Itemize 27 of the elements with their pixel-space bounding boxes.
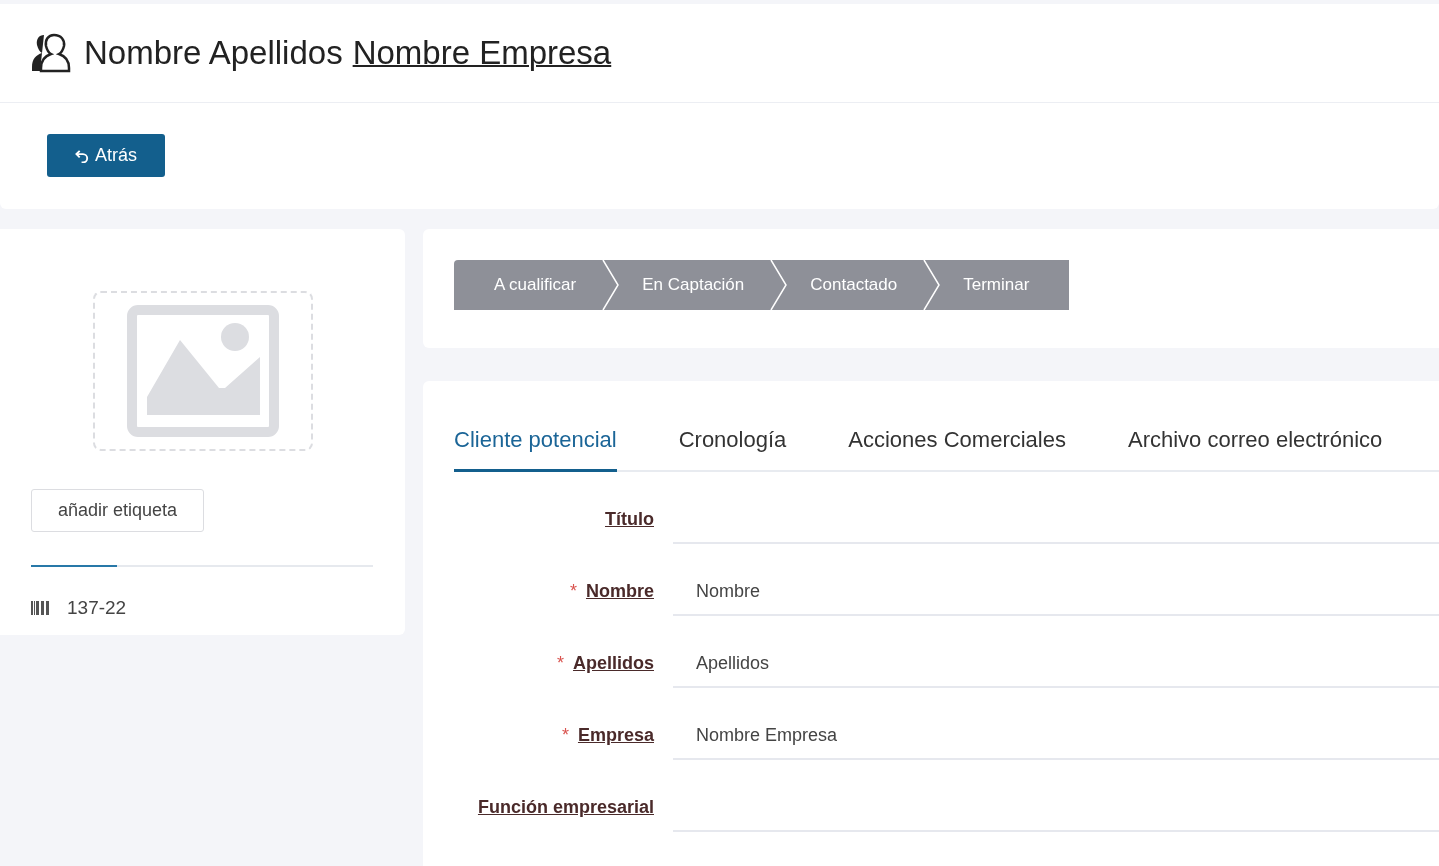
- image-icon: [127, 305, 279, 437]
- field-label[interactable]: Título: [605, 509, 654, 529]
- record-code: 137-22: [67, 597, 127, 619]
- tab[interactable]: Cronología: [678, 419, 787, 472]
- text-field[interactable]: Nombre: [673, 570, 1439, 616]
- tab[interactable]: Acciones Comerciales: [848, 419, 1066, 472]
- company-link[interactable]: Nombre Empresa: [352, 34, 612, 72]
- required-mark: *: [569, 581, 577, 601]
- text-field[interactable]: Nombre Empresa: [673, 714, 1439, 760]
- barcode-icon: [31, 601, 51, 615]
- tab[interactable]: Archivo correo electrónico: [1127, 419, 1383, 472]
- page-title: Nombre Apellidos: [84, 34, 343, 72]
- required-mark: *: [556, 653, 564, 673]
- field-label[interactable]: Apellidos: [573, 653, 654, 673]
- chevron-separator: [923, 260, 942, 310]
- add-tag-button[interactable]: añadir etiqueta: [31, 489, 204, 532]
- photo-placeholder[interactable]: [93, 291, 313, 451]
- required-mark: *: [561, 725, 569, 745]
- field-label[interactable]: Función empresarial: [477, 797, 654, 817]
- back-button[interactable]: Atrás: [47, 134, 165, 177]
- chevron-separator: [770, 260, 789, 310]
- text-field[interactable]: Apellidos: [673, 642, 1439, 688]
- tab[interactable]: Cliente potencial: [454, 419, 617, 472]
- field-label[interactable]: Empresa: [577, 725, 654, 745]
- chevron-separator: [602, 260, 621, 310]
- field-label[interactable]: Nombre: [586, 581, 654, 601]
- undo-icon: [75, 148, 90, 163]
